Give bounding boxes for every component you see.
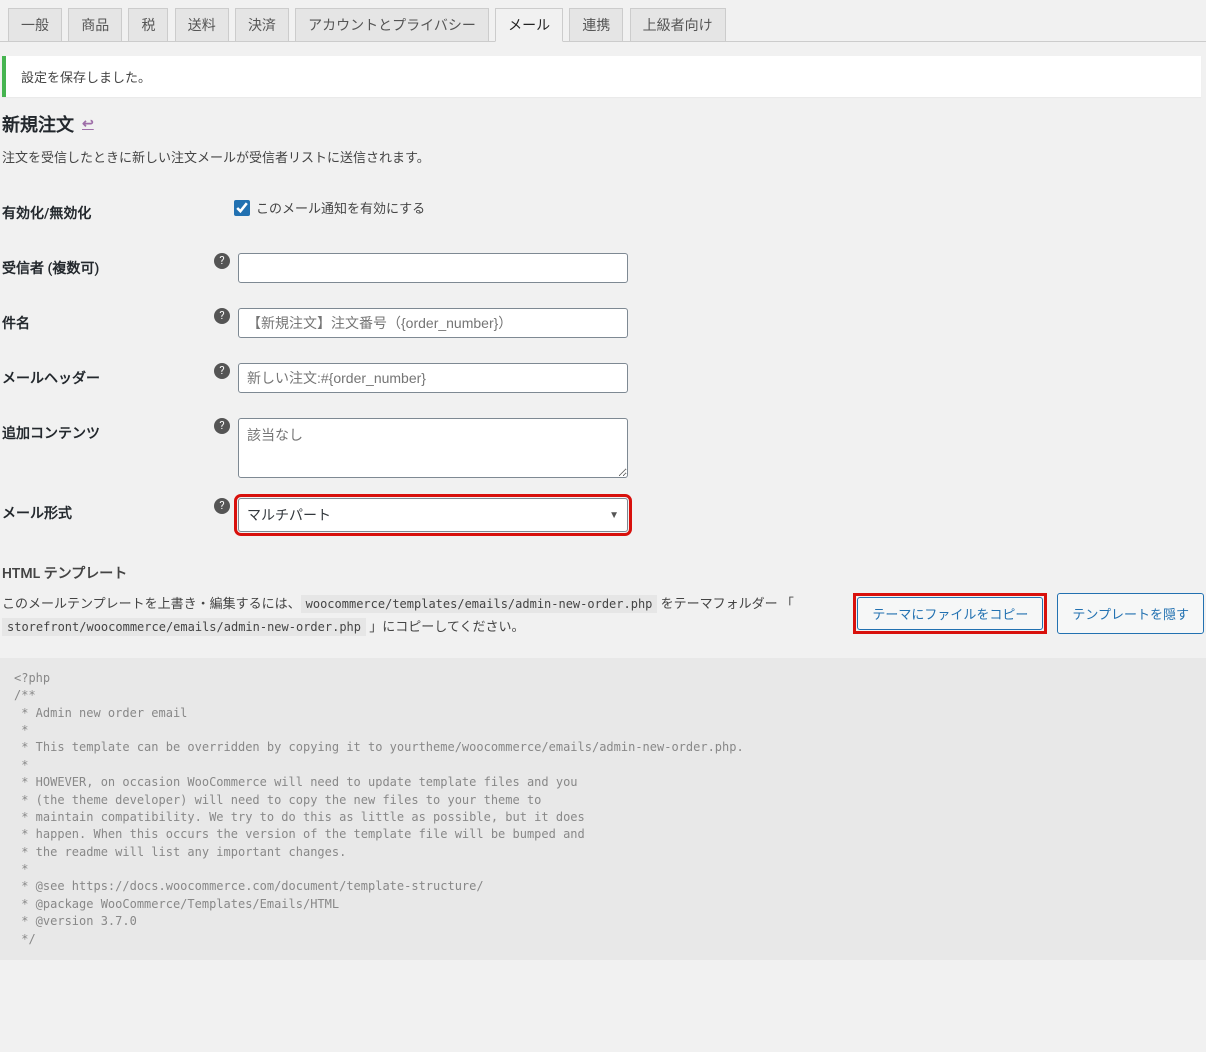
chevron-down-icon: ▼ [609, 510, 619, 521]
back-link[interactable]: ↩ [82, 116, 94, 132]
help-icon[interactable]: ? [214, 418, 230, 434]
tab-tax[interactable]: 税 [128, 8, 168, 41]
tab-shipping[interactable]: 送料 [175, 8, 229, 41]
subject-input[interactable] [238, 308, 628, 338]
page-description: 注文を受信したときに新しい注文メールが受信者リストに送信されます。 [2, 147, 1206, 166]
emailtype-selected: マルチパート [247, 505, 331, 525]
tab-integration[interactable]: 連携 [569, 8, 623, 41]
help-icon[interactable]: ? [214, 363, 230, 379]
enable-checkbox[interactable] [234, 200, 250, 216]
enable-label: 有効化/無効化 [0, 188, 200, 243]
success-notice: 設定を保存しました。 [2, 56, 1201, 97]
tab-products[interactable]: 商品 [68, 8, 122, 41]
tab-checkout[interactable]: 決済 [235, 8, 289, 41]
template-section: HTML テンプレート このメールテンプレートを上書き・編集するには、wooco… [0, 563, 1206, 640]
tab-advanced[interactable]: 上級者向け [630, 8, 726, 41]
enable-checkbox-label: このメール通知を有効にする [256, 198, 425, 217]
tab-account[interactable]: アカウントとプライバシー [295, 8, 489, 41]
help-icon[interactable]: ? [214, 253, 230, 269]
template-code-preview: <?php /** * Admin new order email * * Th… [0, 658, 1206, 960]
copy-button-highlight: テーマにファイルをコピー [853, 593, 1047, 634]
additional-label: 追加コンテンツ [0, 408, 200, 488]
enable-checkbox-row[interactable]: このメール通知を有効にする [234, 198, 425, 217]
template-source-path: woocommerce/templates/emails/admin-new-o… [301, 595, 658, 613]
copy-to-theme-button[interactable]: テーマにファイルをコピー [857, 597, 1043, 630]
help-icon[interactable]: ? [214, 498, 230, 514]
page-title: 新規注文 ↩ [2, 111, 1206, 137]
template-dest-path: storefront/woocommerce/emails/admin-new-… [2, 618, 366, 636]
heading-input[interactable] [238, 363, 628, 393]
additional-textarea[interactable] [238, 418, 628, 478]
template-description: このメールテンプレートを上書き・編集するには、woocommerce/templ… [2, 593, 833, 640]
template-title: HTML テンプレート [2, 563, 1204, 583]
tab-general[interactable]: 一般 [8, 8, 62, 41]
page-title-text: 新規注文 [2, 111, 74, 137]
heading-label: メールヘッダー [0, 353, 200, 408]
notice-message: 設定を保存しました。 [21, 71, 151, 86]
recipients-label: 受信者 (複数可) [0, 243, 200, 298]
settings-form: 有効化/無効化 このメール通知を有効にする 受信者 (複数可) ? [0, 188, 1206, 543]
emailtype-select[interactable]: マルチパート ▼ [238, 498, 628, 532]
emailtype-label: メール形式 [0, 488, 200, 543]
help-icon[interactable]: ? [214, 308, 230, 324]
hide-template-button[interactable]: テンプレートを隠す [1057, 593, 1204, 634]
subject-label: 件名 [0, 298, 200, 353]
recipients-input[interactable] [238, 253, 628, 283]
tab-emails[interactable]: メール [495, 8, 563, 42]
settings-tabs: 一般 商品 税 送料 決済 アカウントとプライバシー メール 連携 上級者向け [0, 0, 1206, 42]
